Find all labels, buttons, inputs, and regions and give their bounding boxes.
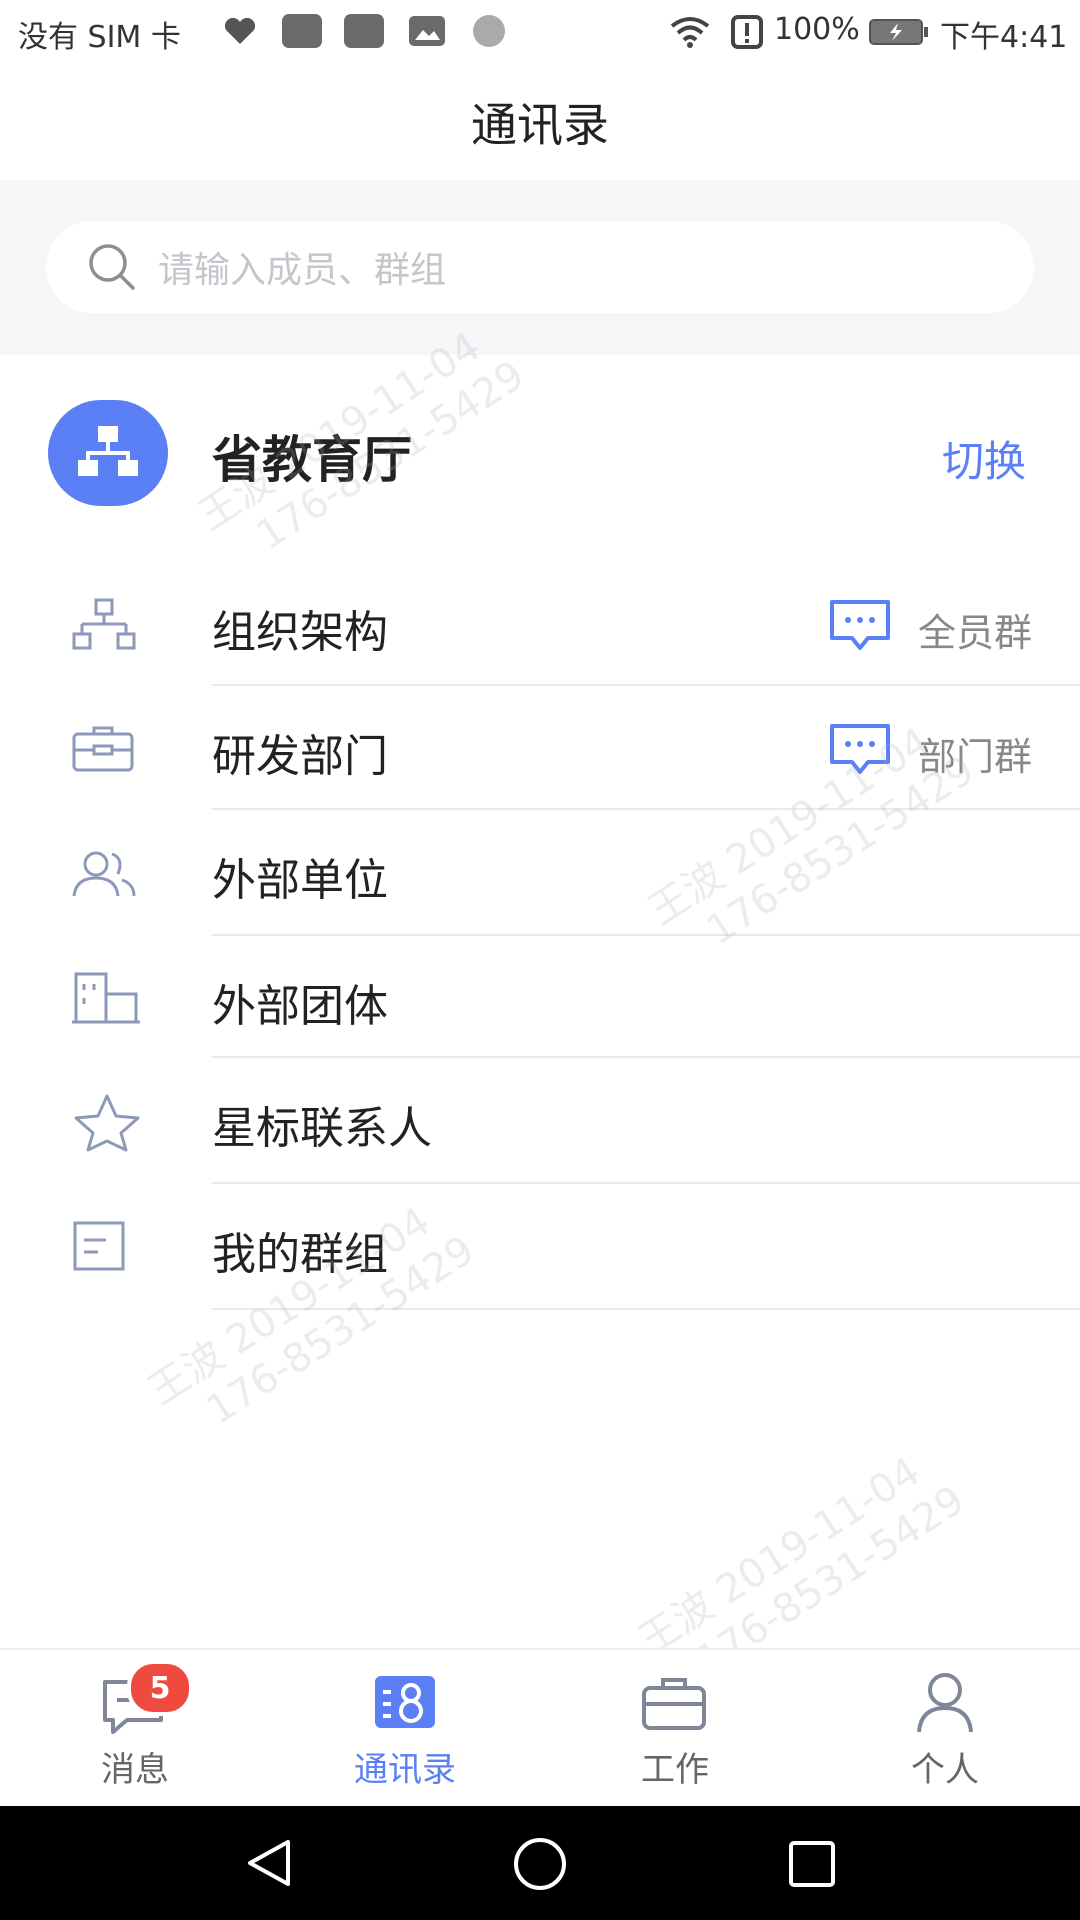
tab-work[interactable]: 工作 xyxy=(575,1650,775,1808)
org-chart-icon xyxy=(72,598,136,650)
clock: 下午4:41 xyxy=(940,20,1068,55)
tab-profile[interactable]: 个人 xyxy=(845,1650,1045,1808)
unread-badge: 5 xyxy=(127,1660,193,1716)
wifi-icon xyxy=(670,17,710,48)
list-item-starred-contacts[interactable]: 星标联系人 xyxy=(0,1058,1080,1184)
all-members-group-label[interactable]: 全员群 xyxy=(918,602,1032,657)
tab-label: 消息 xyxy=(101,1750,169,1790)
tab-label: 工作 xyxy=(641,1750,709,1790)
battery-charging-icon xyxy=(869,19,928,45)
list-item-my-groups[interactable]: 我的群组 xyxy=(0,1184,1080,1310)
tab-label: 通讯录 xyxy=(354,1750,456,1790)
list-item-org-structure[interactable]: 组织架构 全员群 xyxy=(0,562,1080,686)
switch-org-button[interactable]: 切换 xyxy=(942,428,1026,489)
app-circle-icon xyxy=(473,15,505,47)
org-avatar xyxy=(48,400,168,506)
alert-icon xyxy=(731,15,763,49)
bottom-nav: 5 消息 通讯录 工作 个人 xyxy=(0,1648,1080,1808)
home-icon[interactable] xyxy=(512,1838,568,1890)
search-input[interactable]: 请输入成员、群组 xyxy=(46,221,1034,313)
star-icon xyxy=(74,1094,140,1152)
list-item-label: 外部单位 xyxy=(212,855,388,906)
person-icon xyxy=(917,1673,973,1733)
list-item-label: 外部团体 xyxy=(212,981,388,1032)
tab-label: 个人 xyxy=(911,1750,979,1790)
system-nav-bar xyxy=(0,1806,1080,1920)
recents-icon[interactable] xyxy=(788,1840,836,1888)
image-icon xyxy=(409,16,445,46)
people-icon xyxy=(72,851,136,897)
org-chart-icon xyxy=(78,426,138,476)
building-icon xyxy=(72,972,140,1024)
list-item-label: 星标联系人 xyxy=(212,1103,432,1154)
tab-messages[interactable]: 5 消息 xyxy=(35,1650,235,1808)
battery-percent: 100% xyxy=(774,12,860,47)
group-list-icon xyxy=(73,1221,125,1271)
list-item-label: 组织架构 xyxy=(212,607,388,658)
tab-contacts[interactable]: 通讯录 xyxy=(305,1650,505,1808)
status-bar: 没有 SIM 卡 100% 下午4:41 xyxy=(0,0,1080,64)
search-icon xyxy=(89,244,135,290)
app-notification-icon-2 xyxy=(344,14,384,48)
carrier-text: 没有 SIM 卡 xyxy=(18,20,181,55)
back-icon[interactable] xyxy=(244,1838,294,1888)
page-title: 通讯录 xyxy=(471,98,609,152)
list-item-external-groups[interactable]: 外部团体 xyxy=(0,936,1080,1058)
list-item-label: 研发部门 xyxy=(212,731,388,782)
contacts-icon xyxy=(375,1676,435,1728)
notification-icon xyxy=(224,17,256,44)
briefcase-icon xyxy=(642,1678,706,1730)
briefcase-icon xyxy=(72,726,134,772)
search-placeholder: 请输入成员、群组 xyxy=(158,250,447,291)
app-notification-icon xyxy=(282,14,322,48)
group-chat-icon[interactable] xyxy=(828,598,892,652)
